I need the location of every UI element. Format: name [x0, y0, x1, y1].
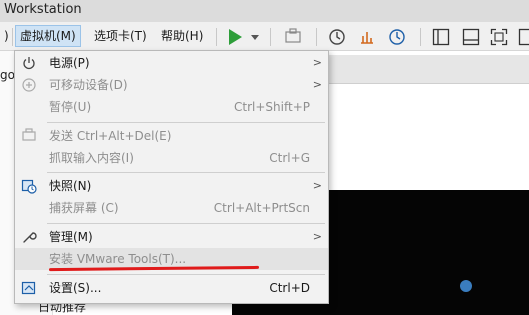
menu-item-grab-input: 抓取输入内容(I) Ctrl+G	[15, 147, 328, 169]
settings-icon	[21, 281, 36, 295]
menu-item-label: 暂停(U)	[49, 100, 92, 114]
fullscreen-icon[interactable]	[490, 28, 508, 46]
power-icon	[23, 57, 35, 70]
menu-item-pause: 暂停(U) Ctrl+Shift+P	[15, 96, 328, 118]
vm-tab-strip[interactable]	[320, 55, 529, 84]
console-view-icon[interactable]	[462, 28, 480, 46]
library-text-fragment: go	[0, 68, 15, 82]
toolbar-separator	[316, 28, 317, 46]
revert-snapshot-icon[interactable]	[358, 28, 376, 46]
menu-item-label: 捕获屏幕 (C)	[49, 201, 119, 215]
menu-item-label: 设置(S)...	[49, 281, 102, 295]
dropdown-arrow-icon[interactable]	[250, 28, 260, 46]
menu-tabs[interactable]: 选项卡(T)	[90, 27, 151, 45]
menu-help[interactable]: 帮助(H)	[157, 27, 207, 45]
library-view-icon[interactable]	[432, 28, 450, 46]
menu-item-snapshot[interactable]: 快照(N) >	[15, 175, 328, 197]
submenu-arrow-icon: >	[312, 230, 322, 243]
menu-item-label: 电源(P)	[49, 56, 90, 70]
menu-separator	[12, 28, 13, 46]
menu-item-settings[interactable]: 设置(S)... Ctrl+D	[15, 277, 328, 299]
menu-item-removable-devices: 可移动设备(D) >	[15, 74, 328, 96]
menu-item-send-ctrl-alt-del: 发送 Ctrl+Alt+Del(E)	[15, 125, 328, 147]
menu-item-label: 抓取输入内容(I)	[49, 151, 134, 165]
submenu-arrow-icon: >	[312, 56, 322, 69]
toolbar-separator	[270, 28, 271, 46]
title-bar: Workstation	[0, 0, 529, 22]
menu-vm[interactable]: 虚拟机(M)	[15, 25, 81, 47]
menu-item-capture-screen: 捕获屏幕 (C) Ctrl+Alt+PrtScn	[15, 197, 328, 219]
send-ctrl-alt-del-icon	[22, 128, 36, 141]
submenu-arrow-icon: >	[312, 78, 322, 91]
menu-file-fragment[interactable]: )	[0, 27, 13, 45]
unity-icon[interactable]	[518, 28, 529, 46]
toolbar-separator	[420, 28, 421, 46]
menu-item-label: 发送 Ctrl+Alt+Del(E)	[49, 129, 172, 143]
menu-item-label: 管理(M)	[49, 230, 93, 244]
removable-devices-icon	[22, 78, 36, 92]
menu-item-shortcut: Ctrl+Shift+P	[234, 100, 310, 114]
menu-separator	[47, 274, 325, 275]
menu-item-manage[interactable]: 管理(M) >	[15, 226, 328, 248]
toolbar-separator	[216, 28, 217, 46]
menu-item-label: 可移动设备(D)	[49, 78, 128, 92]
menu-item-shortcut: Ctrl+Alt+PrtScn	[213, 201, 310, 215]
menu-item-label: 快照(N)	[49, 179, 92, 193]
menu-separator	[47, 172, 325, 173]
play-icon[interactable]	[226, 28, 244, 46]
menu-separator	[47, 122, 325, 123]
network-globe-icon	[460, 280, 472, 292]
menu-item-power[interactable]: 电源(P) >	[15, 52, 328, 74]
snapshot-manager-icon[interactable]	[388, 28, 406, 46]
snapshot-icon[interactable]	[328, 28, 346, 46]
submenu-arrow-icon: >	[312, 179, 322, 192]
window-title: Workstation	[4, 2, 82, 17]
vm-menu-dropdown: 电源(P) > 可移动设备(D) > 暂停(U) Ctrl+Shift+P 发送…	[14, 50, 329, 304]
menu-bar: ) 虚拟机(M) 选项卡(T) 帮助(H)	[0, 22, 529, 51]
menu-separator	[47, 223, 325, 224]
menu-item-shortcut: Ctrl+D	[269, 281, 310, 295]
send-keys-icon[interactable]	[284, 28, 302, 46]
menu-item-shortcut: Ctrl+G	[269, 151, 310, 165]
wrench-icon	[23, 232, 37, 243]
menu-item-label: 安装 VMware Tools(T)...	[49, 252, 187, 266]
snapshot-icon	[21, 179, 37, 194]
